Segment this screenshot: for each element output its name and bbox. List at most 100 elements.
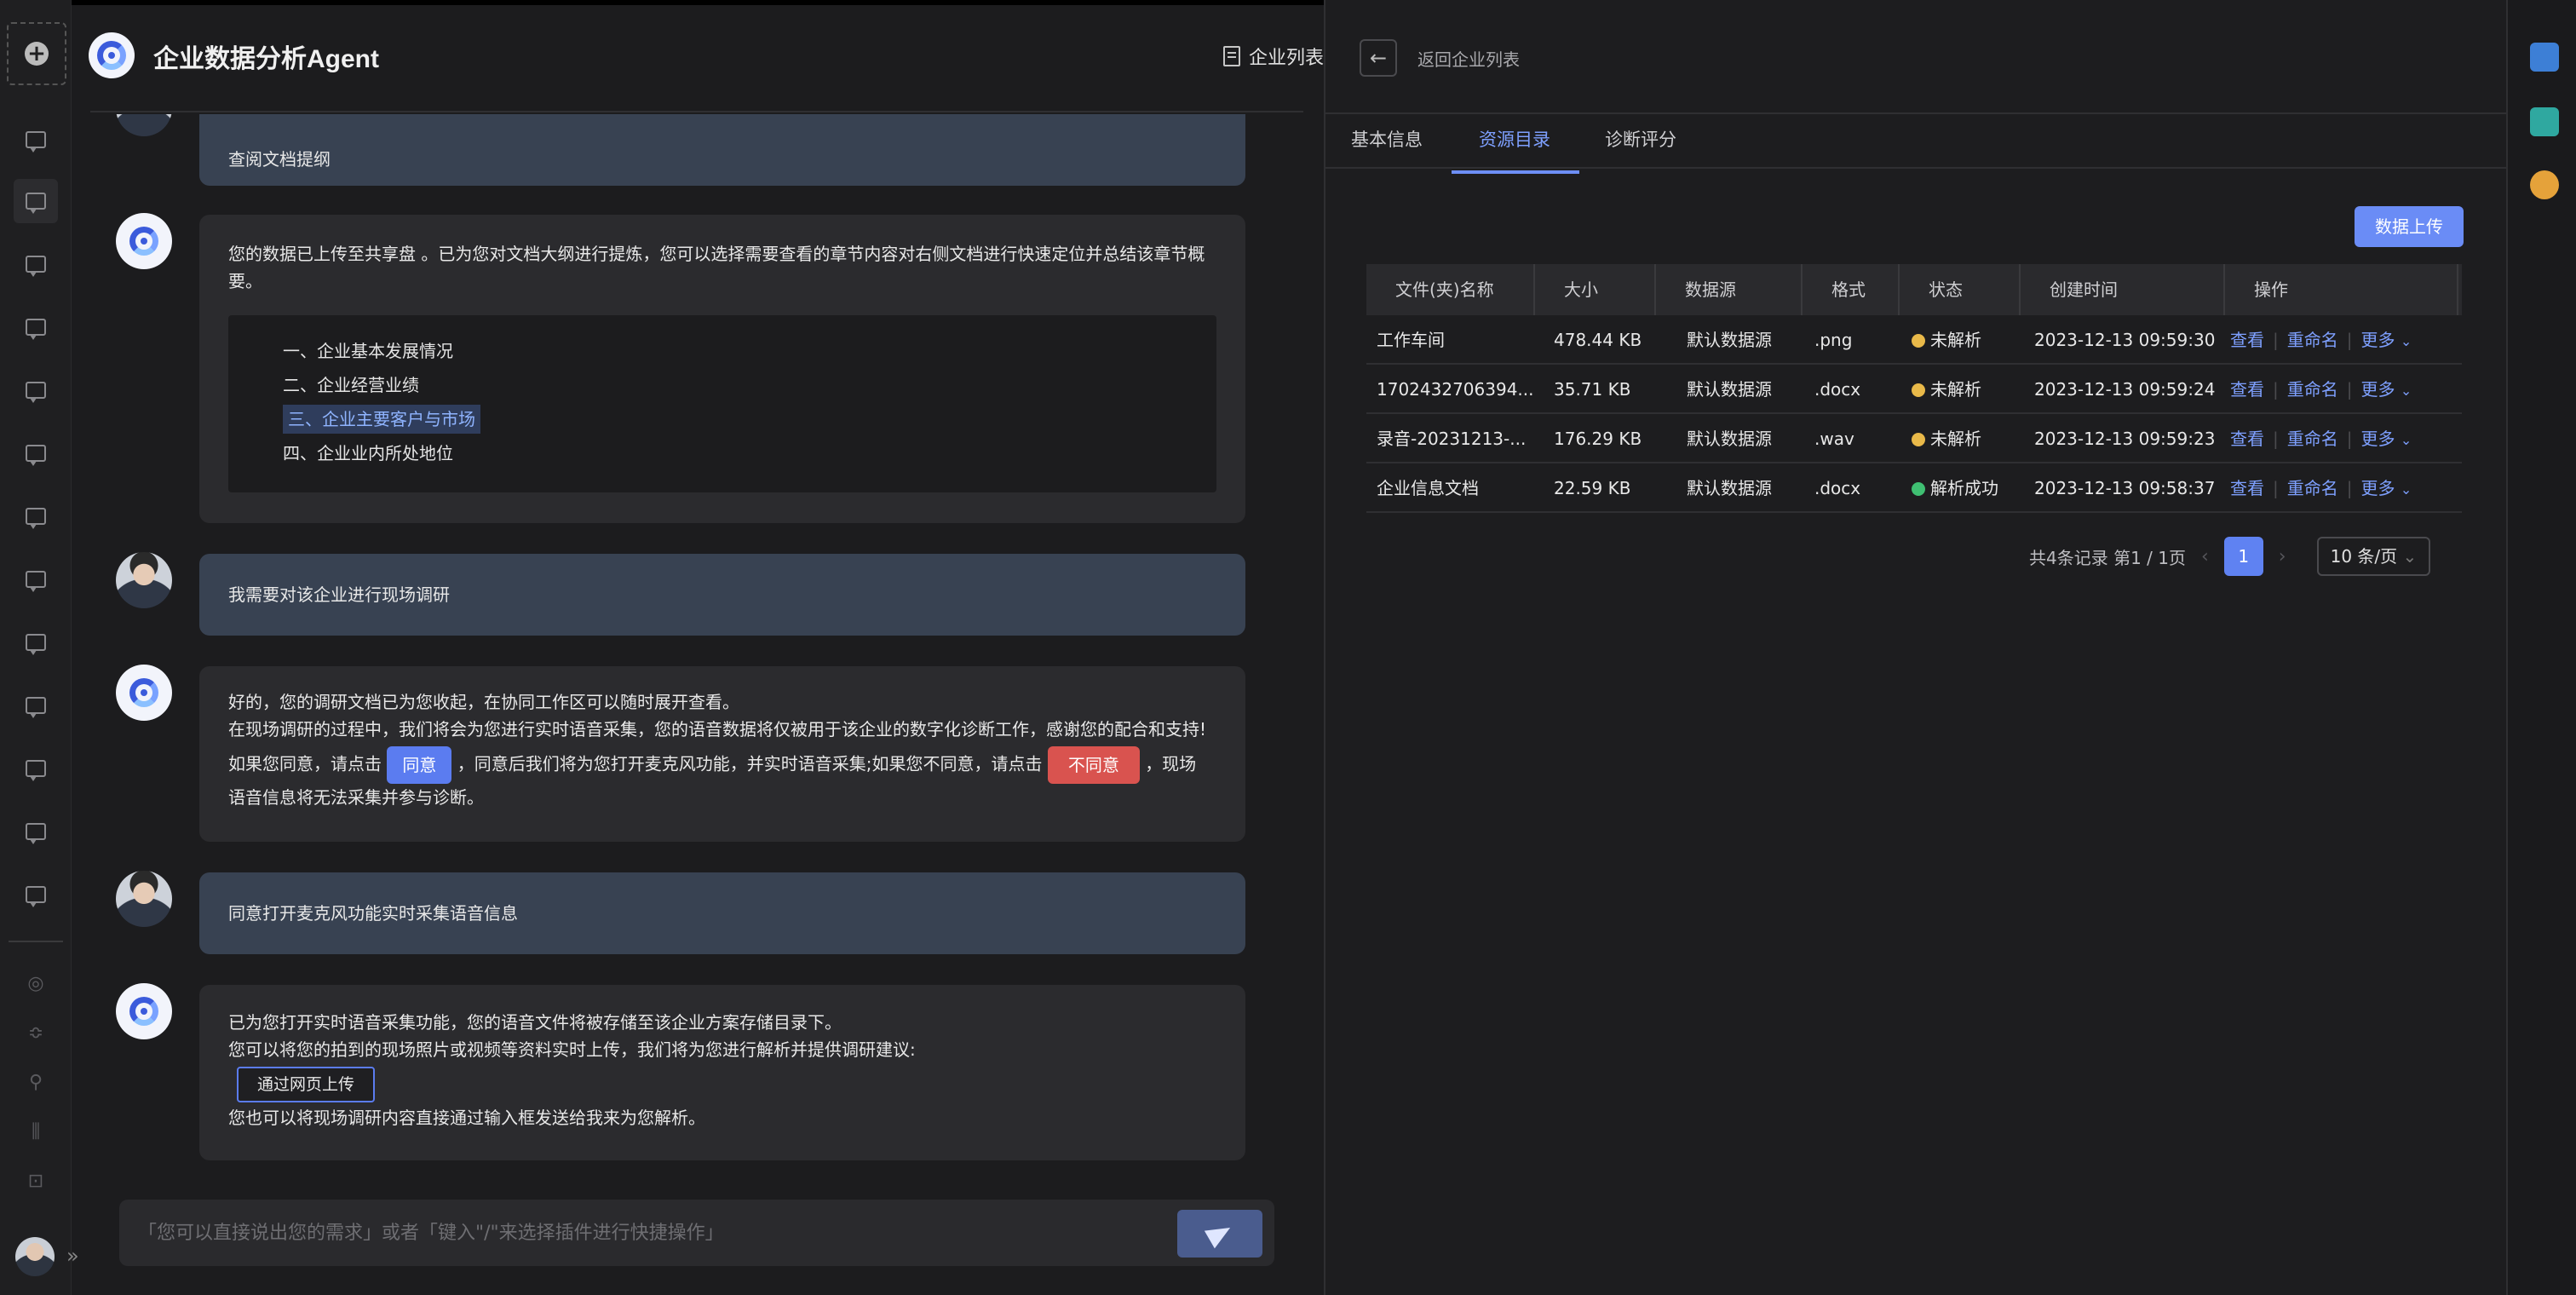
user-message: 查阅文档提纲	[199, 114, 1245, 186]
more-link[interactable]: 更多	[2361, 330, 2395, 350]
history-chat-9[interactable]	[14, 620, 58, 665]
icon-rail: + ◎ ≎ ⚲ ⫼ ⊡ »	[0, 0, 79, 1295]
agree-button[interactable]: 同意	[387, 746, 452, 784]
panel-header-divider	[1325, 112, 2506, 114]
user-avatar[interactable]	[15, 1237, 55, 1276]
chat-bubble-icon	[26, 193, 46, 214]
file-size: 22.59 KB	[1554, 478, 1631, 498]
next-page-icon[interactable]: ›	[2279, 546, 2286, 567]
app-logo	[89, 32, 135, 78]
more-link[interactable]: 更多	[2361, 429, 2395, 449]
back-arrow-icon[interactable]: ←	[1360, 39, 1397, 77]
chat-bubble-icon	[26, 508, 46, 529]
message-text: 在现场调研的过程中，我们将会为您进行实时语音采集，您的语音数据将仅被用于该企业的…	[228, 719, 1207, 740]
file-size: 176.29 KB	[1554, 429, 1642, 449]
team-icon[interactable]	[2530, 170, 2559, 199]
history-chat-2[interactable]	[14, 179, 58, 223]
download-icon[interactable]: ⊡	[22, 1167, 49, 1194]
created-time: 2023-12-13 09:59:30	[2034, 330, 2216, 350]
table-row[interactable]: 录音-20231213-... 176.29 KB 默认数据源 .wav 未解析 2023…	[1366, 414, 2462, 463]
history-chat-11[interactable]	[14, 746, 58, 791]
column-header: 操作	[2225, 264, 2458, 315]
outline-item[interactable]: 一、企业基本发展情况	[283, 334, 1162, 368]
person-icon[interactable]: ⚲	[22, 1068, 49, 1096]
plus-icon: +	[25, 42, 49, 66]
disagree-button[interactable]: 不同意	[1047, 746, 1140, 784]
new-chat-button[interactable]: +	[7, 22, 66, 85]
history-chat-3[interactable]	[14, 242, 58, 286]
prev-page-icon[interactable]: ‹	[2201, 546, 2209, 567]
resource-panel: ← 返回企业列表 基本信息 资源目录 诊断评分 数据上传 文件(夹)名称 大小 …	[1325, 0, 2506, 1295]
bot-message: 您的数据已上传至共享盘 。已为您对文档大纲进行提炼，您可以选择需要查看的章节内容…	[199, 215, 1245, 523]
bot-message: 好的，您的调研文档已为您收起，在协同工作区可以随时展开查看。 在现场调研的过程中…	[199, 666, 1245, 842]
table-row[interactable]: 工作车间 478.44 KB 默认数据源 .png 未解析 2023-12-13 09:5…	[1366, 315, 2462, 365]
page-size-select[interactable]: 10 条/页 ⌄	[2316, 537, 2431, 576]
page-number[interactable]: 1	[2223, 537, 2263, 576]
file-format: .docx	[1814, 379, 1861, 400]
file-format: .png	[1814, 330, 1853, 350]
status-badge: 解析成功	[1912, 463, 1998, 513]
table-row[interactable]: 1702432706394... 35.71 KB 默认数据源 .docx 未解析 202…	[1366, 365, 2462, 414]
history-chat-10[interactable]	[14, 683, 58, 728]
more-link[interactable]: 更多	[2361, 379, 2395, 400]
back-to-company-list[interactable]: 返回企业列表	[1417, 46, 1520, 71]
data-source: 默认数据源	[1687, 429, 1772, 449]
chevron-down-icon: ⌄	[2400, 383, 2412, 399]
outline-item[interactable]: 二、企业经营业绩	[283, 368, 1162, 402]
globe-icon[interactable]: ◎	[22, 970, 49, 997]
view-link[interactable]: 查看	[2230, 478, 2264, 498]
chat-bubble-icon	[26, 760, 46, 781]
web-upload-button[interactable]: 通过网页上传	[237, 1067, 376, 1102]
rename-link[interactable]: 重命名	[2287, 330, 2338, 350]
tab-basic-info[interactable]: 基本信息	[1351, 126, 1423, 170]
layers-icon[interactable]: ≎	[22, 1019, 49, 1046]
history-chat-12[interactable]	[14, 809, 58, 854]
company-list-label: 企业列表	[1248, 48, 1324, 69]
message-text: 您可以将您的拍到的现场照片或视频等资料实时上传，我们将为您进行解析并提供调研建议…	[228, 1039, 916, 1060]
history-chat-7[interactable]	[14, 494, 58, 538]
file-name: 企业信息文档	[1377, 478, 1479, 498]
history-chat-5[interactable]	[14, 368, 58, 412]
file-size: 35.71 KB	[1554, 379, 1631, 400]
message-icon[interactable]	[2530, 43, 2559, 72]
chat-bubble-icon	[26, 382, 46, 403]
outline-item-selected[interactable]: 三、企业主要客户与市场	[283, 405, 480, 434]
rename-link[interactable]: 重命名	[2287, 379, 2338, 400]
view-link[interactable]: 查看	[2230, 379, 2264, 400]
chevron-down-icon: ⌄	[2400, 481, 2412, 498]
outline-item[interactable]: 四、企业业内所处地位	[283, 436, 1162, 470]
user-avatar	[116, 114, 172, 136]
view-link[interactable]: 查看	[2230, 330, 2264, 350]
table-row[interactable]: 企业信息文档 22.59 KB 默认数据源 .docx 解析成功 2023-12-13 0…	[1366, 463, 2462, 513]
right-tool-strip	[2506, 0, 2576, 1295]
history-chat-4[interactable]	[14, 305, 58, 349]
app-title: 企业数据分析Agent	[153, 45, 379, 73]
status-badge: 未解析	[1912, 414, 1981, 463]
expand-sidebar-icon[interactable]: »	[66, 1244, 79, 1268]
rename-link[interactable]: 重命名	[2287, 478, 2338, 498]
company-list-button[interactable]: 企业列表	[1222, 41, 1324, 72]
document-icon	[1222, 46, 1240, 66]
sliders-icon[interactable]: ⫼	[22, 1118, 49, 1145]
status-dot-icon	[1912, 482, 1925, 496]
history-chat-8[interactable]	[14, 557, 58, 601]
send-button[interactable]	[1177, 1210, 1262, 1258]
history-chat-1[interactable]	[14, 118, 58, 162]
chat-bubble-icon	[26, 445, 46, 466]
chat-bubble-icon	[26, 256, 46, 277]
chat-input[interactable]	[138, 1200, 1075, 1266]
row-actions: 查看 | 重命名 | 更多 ⌄	[2230, 429, 2412, 449]
rename-link[interactable]: 重命名	[2287, 429, 2338, 449]
column-header: 大小	[1535, 264, 1656, 315]
data-upload-button[interactable]: 数据上传	[2355, 206, 2464, 247]
chat-bubble-icon	[26, 697, 46, 718]
book-icon[interactable]	[2530, 107, 2559, 136]
chat-header: 企业数据分析Agent 企业列表	[72, 0, 1324, 112]
view-link[interactable]: 查看	[2230, 429, 2264, 449]
data-source: 默认数据源	[1687, 478, 1772, 498]
created-time: 2023-12-13 09:59:24	[2034, 379, 2216, 400]
tab-diagnosis-score[interactable]: 诊断评分	[1605, 126, 1676, 170]
more-link[interactable]: 更多	[2361, 478, 2395, 498]
history-chat-13[interactable]	[14, 872, 58, 917]
history-chat-6[interactable]	[14, 431, 58, 475]
